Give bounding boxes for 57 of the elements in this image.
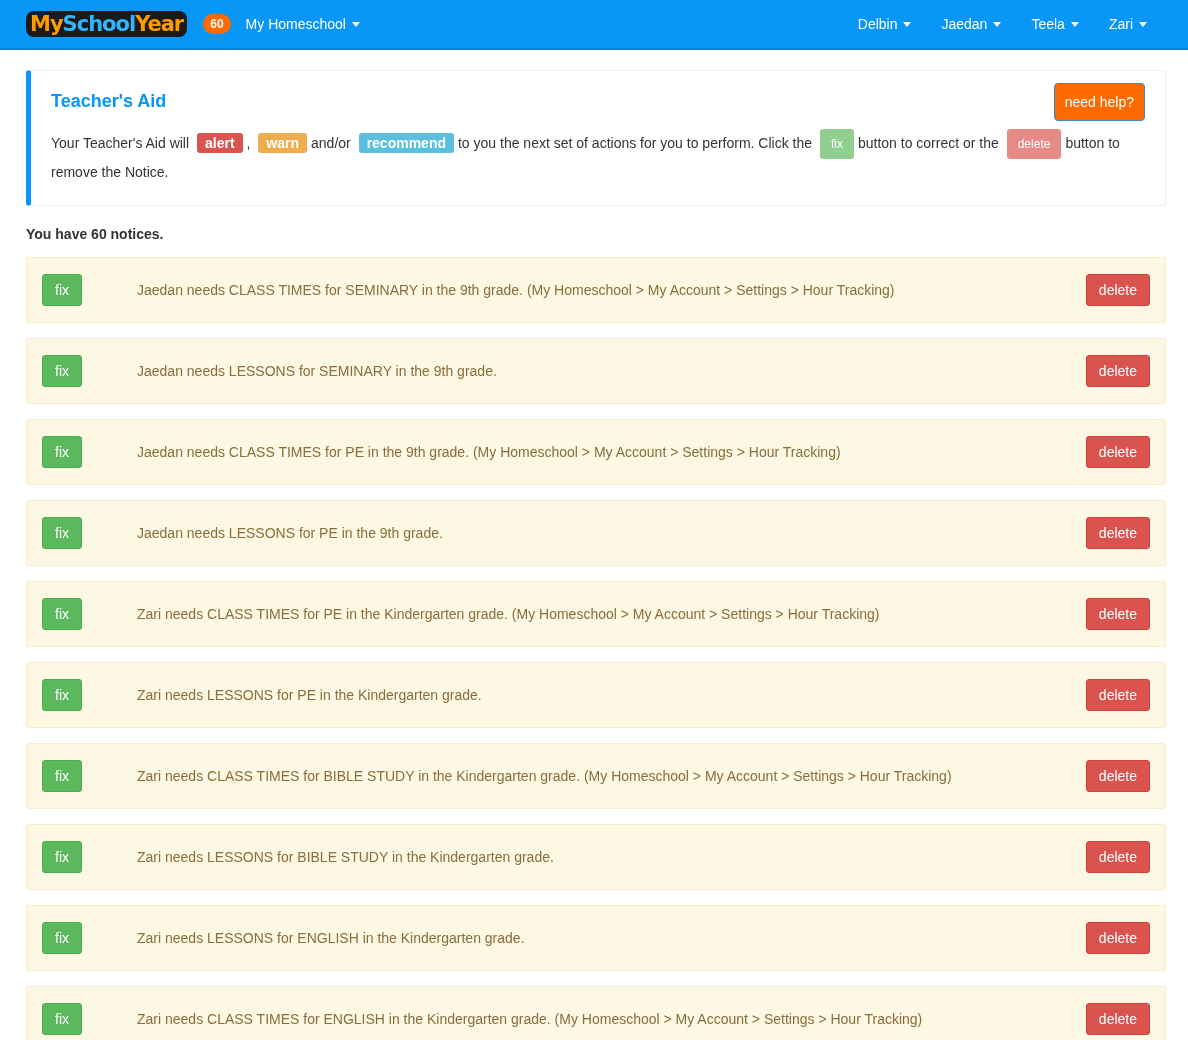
sample-button[interactable]: fix — [819, 129, 854, 159]
delete-button[interactable]: delete — [1085, 355, 1150, 387]
fix-button[interactable]: fix — [42, 517, 82, 549]
panel-title: Teacher's Aid — [51, 91, 167, 112]
delete-button[interactable]: delete — [1085, 436, 1150, 468]
notice-text: Jaedan needs CLASS TIMES for PE in the 9th grade. (My Homeschool > My Account > Settings > Hour Tracking) — [137, 444, 842, 460]
notice-text: Jaedan needs CLASS TIMES for SEMINARY in the 9th grade. (My Homeschool > My Account > Settings > Hour Tracking) — [137, 282, 896, 298]
notice-text: Zari needs CLASS TIMES for ENGLISH in the Kindergarten grade. (My Homeschool > My Account > Settings > Hour Tracking) — [137, 1011, 924, 1027]
label-badge: alert — [197, 133, 243, 153]
delete-button[interactable]: delete — [1085, 841, 1150, 873]
fix-button[interactable]: fix — [42, 760, 82, 792]
notice-text: Zari needs CLASS TIMES for BIBLE STUDY in the Kindergarten grade. (My Homeschool > My Account > Settings > Hour Tracking) — [137, 768, 953, 784]
notice-text: Zari needs LESSONS for PE in the Kindergarten grade. — [137, 687, 483, 703]
user-menu[interactable]: Jaedan — [941, 16, 1017, 32]
fix-button[interactable]: fix — [42, 355, 82, 387]
delete-button[interactable]: delete — [1085, 274, 1150, 306]
fix-button[interactable]: fix — [42, 679, 82, 711]
caret-icon — [993, 21, 1002, 27]
intro-text: Your Teacher's Aid will — [51, 135, 190, 151]
notice-text: Zari needs LESSONS for BIBLE STUDY in the Kindergarten grade. — [137, 849, 555, 865]
notice-count-badge: 60 — [203, 14, 231, 34]
intro-text: button to correct or the — [857, 135, 999, 151]
intro-text: , — [246, 135, 251, 151]
caret-icon — [1139, 21, 1147, 27]
fix-button[interactable]: fix — [42, 922, 82, 954]
intro-text: button to — [1065, 135, 1120, 151]
logo[interactable]: MySchoolYear — [26, 11, 188, 37]
caret-icon — [903, 21, 912, 27]
fix-button[interactable]: fix — [42, 1003, 82, 1035]
fix-button[interactable]: fix — [42, 274, 82, 306]
intro-text: to you the next set of actions for you to perform. Click the — [458, 135, 813, 151]
delete-button[interactable]: delete — [1085, 517, 1150, 549]
caret-icon — [1070, 21, 1079, 27]
fix-button[interactable]: fix — [42, 436, 82, 468]
notice-summary: You have 60 notices. — [26, 226, 165, 242]
notice-text: Jaedan needs LESSONS for SEMINARY in the 9th grade. — [137, 363, 498, 379]
user-menu[interactable]: Zari — [1108, 16, 1162, 32]
fix-button[interactable]: fix — [42, 598, 82, 630]
intro-text: and/or — [311, 135, 351, 151]
delete-button[interactable]: delete — [1085, 679, 1150, 711]
delete-button[interactable]: delete — [1085, 1003, 1150, 1035]
user-menu[interactable]: Teela — [1031, 16, 1094, 32]
delete-button[interactable]: delete — [1085, 922, 1150, 954]
caret-icon — [351, 21, 360, 27]
homeschool-menu[interactable]: My Homeschool — [245, 16, 375, 32]
notice-text: Jaedan needs LESSONS for PE in the 9th grade. — [137, 525, 444, 541]
sample-button[interactable]: delete — [1006, 129, 1062, 159]
intro-text: remove the Notice. — [51, 164, 169, 180]
label-badge: recommend — [358, 133, 454, 153]
delete-button[interactable]: delete — [1085, 760, 1150, 792]
delete-button[interactable]: delete — [1085, 598, 1150, 630]
user-menu[interactable]: Delbin — [857, 16, 927, 32]
help-button[interactable]: need help? — [1053, 83, 1145, 121]
notice-text: Zari needs CLASS TIMES for PE in the Kindergarten grade. (My Homeschool > My Account > Settings > Hour Tracking) — [137, 606, 881, 622]
label-badge: warn — [258, 133, 308, 153]
notice-text: Zari needs LESSONS for ENGLISH in the Kindergarten grade. — [137, 930, 526, 946]
fix-button[interactable]: fix — [42, 841, 82, 873]
